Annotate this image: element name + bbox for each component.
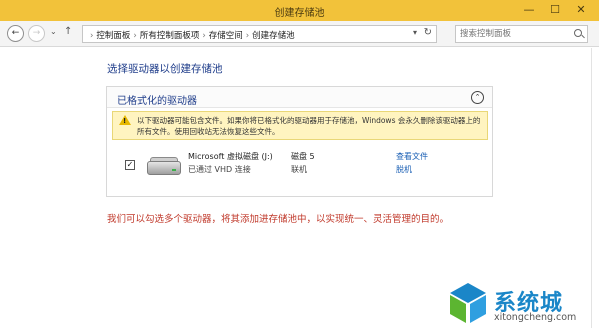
watermark-url: xitongcheng.com: [494, 312, 577, 323]
breadcrumb-storage-spaces[interactable]: 存储空间: [209, 31, 243, 41]
formatted-drives-panel: 已格式化的驱动器 ⌃ ! 以下驱动器可能包含文件。如果你将已格式化的驱动器用于存…: [106, 86, 493, 197]
minimize-button[interactable]: —: [520, 2, 538, 18]
brand-logo-icon: [450, 283, 486, 323]
view-files-link[interactable]: 查看文件: [396, 151, 428, 162]
drive-row: ✓ Microsoft 虚拟磁盘 (J:) 已通过 VHD 连接 磁盘 5 联机…: [107, 149, 492, 189]
title-bar: 创建存储池 — ☐ ✕: [0, 0, 599, 21]
address-dropdown-icon[interactable]: ▾: [413, 28, 417, 37]
search-icon[interactable]: [574, 29, 582, 37]
page-heading: 选择驱动器以创建存储池: [107, 63, 223, 75]
offline-link[interactable]: 脱机: [396, 164, 412, 175]
close-button[interactable]: ✕: [572, 2, 590, 18]
address-bar[interactable]: › 控制面板 › 所有控制面板项 › 存储空间 › 创建存储池 ▾ ↻: [82, 25, 437, 43]
window-title: 创建存储池: [274, 8, 325, 19]
drive-connection: 已通过 VHD 连接: [188, 165, 251, 174]
breadcrumb-create-pool[interactable]: 创建存储池: [252, 31, 295, 41]
drive-name: Microsoft 虚拟磁盘 (J:): [188, 152, 273, 161]
drive-status: 联机: [291, 165, 307, 174]
hard-disk-icon: [147, 157, 181, 175]
refresh-icon[interactable]: ↻: [424, 27, 432, 38]
collapse-chevron-up-icon[interactable]: ⌃: [471, 91, 484, 104]
breadcrumb-separator: ›: [245, 31, 250, 41]
drive-checkbox[interactable]: ✓: [125, 160, 135, 170]
breadcrumb-separator: ›: [90, 31, 94, 41]
warning-text: 以下驱动器可能包含文件。如果你将已格式化的驱动器用于存储池，Windows 会永…: [137, 116, 481, 136]
navigation-bar: ← → ⌄ ↑ › 控制面板 › 所有控制面板项 › 存储空间 › 创建存储池 ▾ ↻: [0, 21, 599, 47]
panel-title: 已格式化的驱动器: [117, 96, 197, 107]
back-button[interactable]: ←: [7, 25, 24, 42]
search-box[interactable]: [455, 25, 588, 43]
warning-banner: ! 以下驱动器可能包含文件。如果你将已格式化的驱动器用于存储池，Windows …: [112, 111, 488, 140]
breadcrumb-separator: ›: [202, 31, 206, 41]
disk-number: 磁盘 5: [291, 152, 315, 161]
breadcrumb: › 控制面板 › 所有控制面板项 › 存储空间 › 创建存储池: [87, 29, 295, 41]
recent-locations-button[interactable]: ⌄: [50, 27, 57, 36]
search-input[interactable]: [456, 26, 566, 42]
panel-header[interactable]: 已格式化的驱动器 ⌃: [107, 87, 492, 108]
breadcrumb-all-items[interactable]: 所有控制面板项: [140, 31, 200, 41]
maximize-button[interactable]: ☐: [546, 2, 564, 18]
breadcrumb-control-panel[interactable]: 控制面板: [96, 31, 130, 41]
breadcrumb-separator: ›: [133, 31, 137, 41]
forward-button[interactable]: →: [28, 25, 45, 42]
watermark: 系统城 xitongcheng.com: [446, 281, 596, 329]
annotation-text: 我们可以勾选多个驱动器，将其添加进存储池中，以实现统一、灵活管理的目的。: [107, 214, 450, 225]
up-button[interactable]: ↑: [64, 26, 72, 37]
warning-icon: !: [119, 115, 131, 125]
